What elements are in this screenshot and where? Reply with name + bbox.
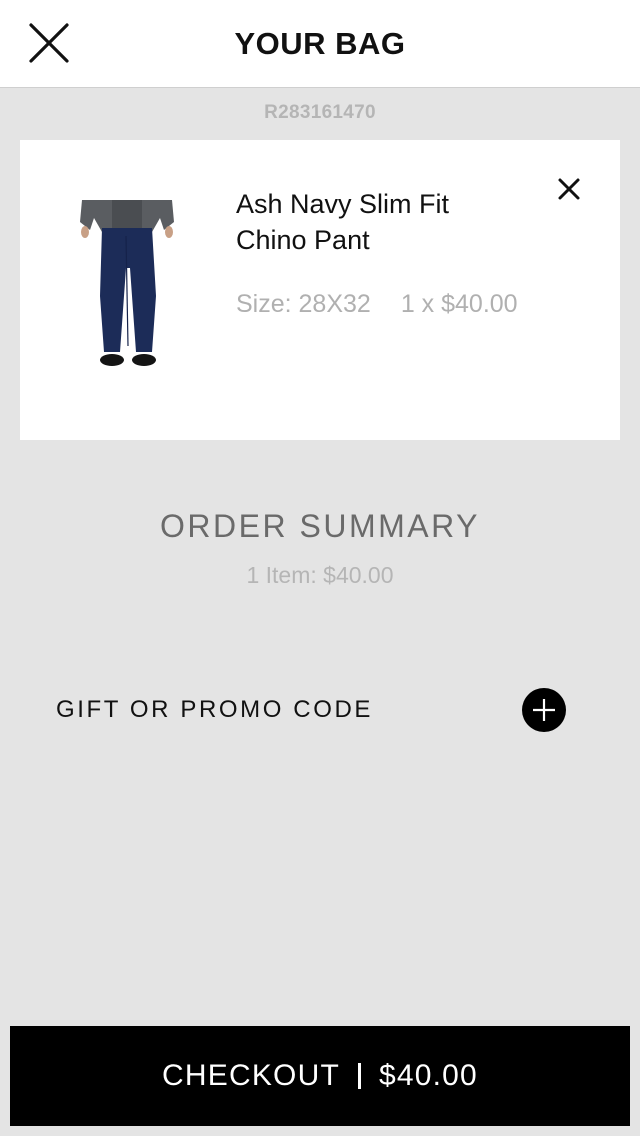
page-title: YOUR BAG bbox=[234, 26, 406, 61]
order-summary-title: ORDER SUMMARY bbox=[160, 508, 480, 544]
promo-code-label: GIFT OR PROMO CODE bbox=[56, 696, 374, 723]
checkout-total: $40.00 bbox=[378, 1059, 478, 1092]
cart-item-card: Ash Navy Slim Fit Chino Pant Size: 28X32… bbox=[20, 140, 620, 440]
plus-circle-icon bbox=[533, 699, 555, 721]
checkout-button[interactable]: CHECKOUT $40.00 bbox=[10, 1026, 630, 1126]
remove-icon bbox=[558, 178, 580, 200]
order-number: R283161470 bbox=[264, 102, 376, 123]
header-bar: YOUR BAG bbox=[0, 0, 640, 88]
checkout-label: CHECKOUT bbox=[162, 1059, 340, 1092]
item-size: Size: 28X32 bbox=[236, 290, 371, 318]
item-quantity-price: 1 x $40.00 bbox=[400, 290, 518, 318]
promo-code-row[interactable]: GIFT OR PROMO CODE bbox=[56, 686, 568, 734]
checkout-divider bbox=[357, 1063, 361, 1089]
order-summary-items: 1 Item: $40.00 bbox=[246, 562, 394, 588]
remove-item-button[interactable] bbox=[556, 176, 582, 202]
item-name[interactable]: Ash Navy Slim Fit Chino Pant bbox=[236, 186, 526, 258]
item-details: Size: 28X32 1 x $40.00 bbox=[236, 290, 518, 319]
add-promo-button[interactable] bbox=[522, 688, 566, 732]
product-image[interactable] bbox=[72, 196, 182, 376]
